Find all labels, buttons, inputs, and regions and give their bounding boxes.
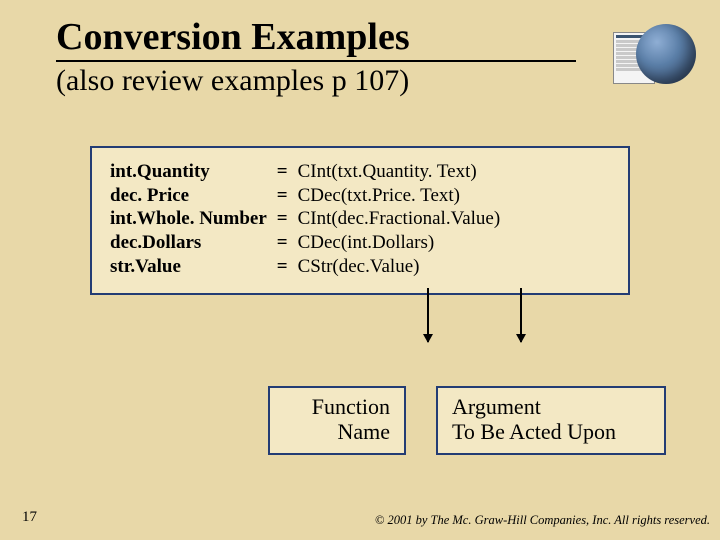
code-row: dec. Price = CDec(txt.Price. Text) [110,184,510,208]
label-line: To Be Acted Upon [452,419,650,444]
code-lhs: int.Whole. Number [110,207,277,231]
code-lhs: str.Value [110,255,277,279]
code-lhs: dec.Dollars [110,231,277,255]
arrow-icon [520,288,522,342]
code-eq: = [277,255,298,279]
code-row: int.Whole. Number = CInt(dec.Fractional.… [110,207,510,231]
code-rhs: CDec(int.Dollars) [298,231,511,255]
code-row: str.Value = CStr(dec.Value) [110,255,510,279]
code-eq: = [277,231,298,255]
label-line: Argument [452,394,650,419]
slide-title: Conversion Examples [56,18,576,62]
code-rhs: CInt(txt.Quantity. Text) [298,160,511,184]
code-row: dec.Dollars = CDec(int.Dollars) [110,231,510,255]
label-line: Name [284,419,390,444]
copyright-text: © 2001 by The Mc. Graw-Hill Companies, I… [375,513,710,528]
code-eq: = [277,207,298,231]
arrow-icon [427,288,429,342]
code-rhs: CDec(txt.Price. Text) [298,184,511,208]
function-name-label: Function Name [268,386,406,455]
code-table: int.Quantity = CInt(txt.Quantity. Text) … [110,160,510,279]
callout-labels: Function Name Argument To Be Acted Upon [90,386,666,455]
code-eq: = [277,184,298,208]
code-example-box: int.Quantity = CInt(txt.Quantity. Text) … [90,146,630,295]
slide-subtitle: (also review examples p 107) [56,64,680,98]
code-eq: = [277,160,298,184]
code-rhs: CInt(dec.Fractional.Value) [298,207,511,231]
code-rhs: CStr(dec.Value) [298,255,511,279]
code-lhs: int.Quantity [110,160,277,184]
code-row: int.Quantity = CInt(txt.Quantity. Text) [110,160,510,184]
page-number: 17 [22,509,37,526]
decorative-globe-graphic [613,20,698,95]
code-lhs: dec. Price [110,184,277,208]
argument-label: Argument To Be Acted Upon [436,386,666,455]
label-line: Function [284,394,390,419]
